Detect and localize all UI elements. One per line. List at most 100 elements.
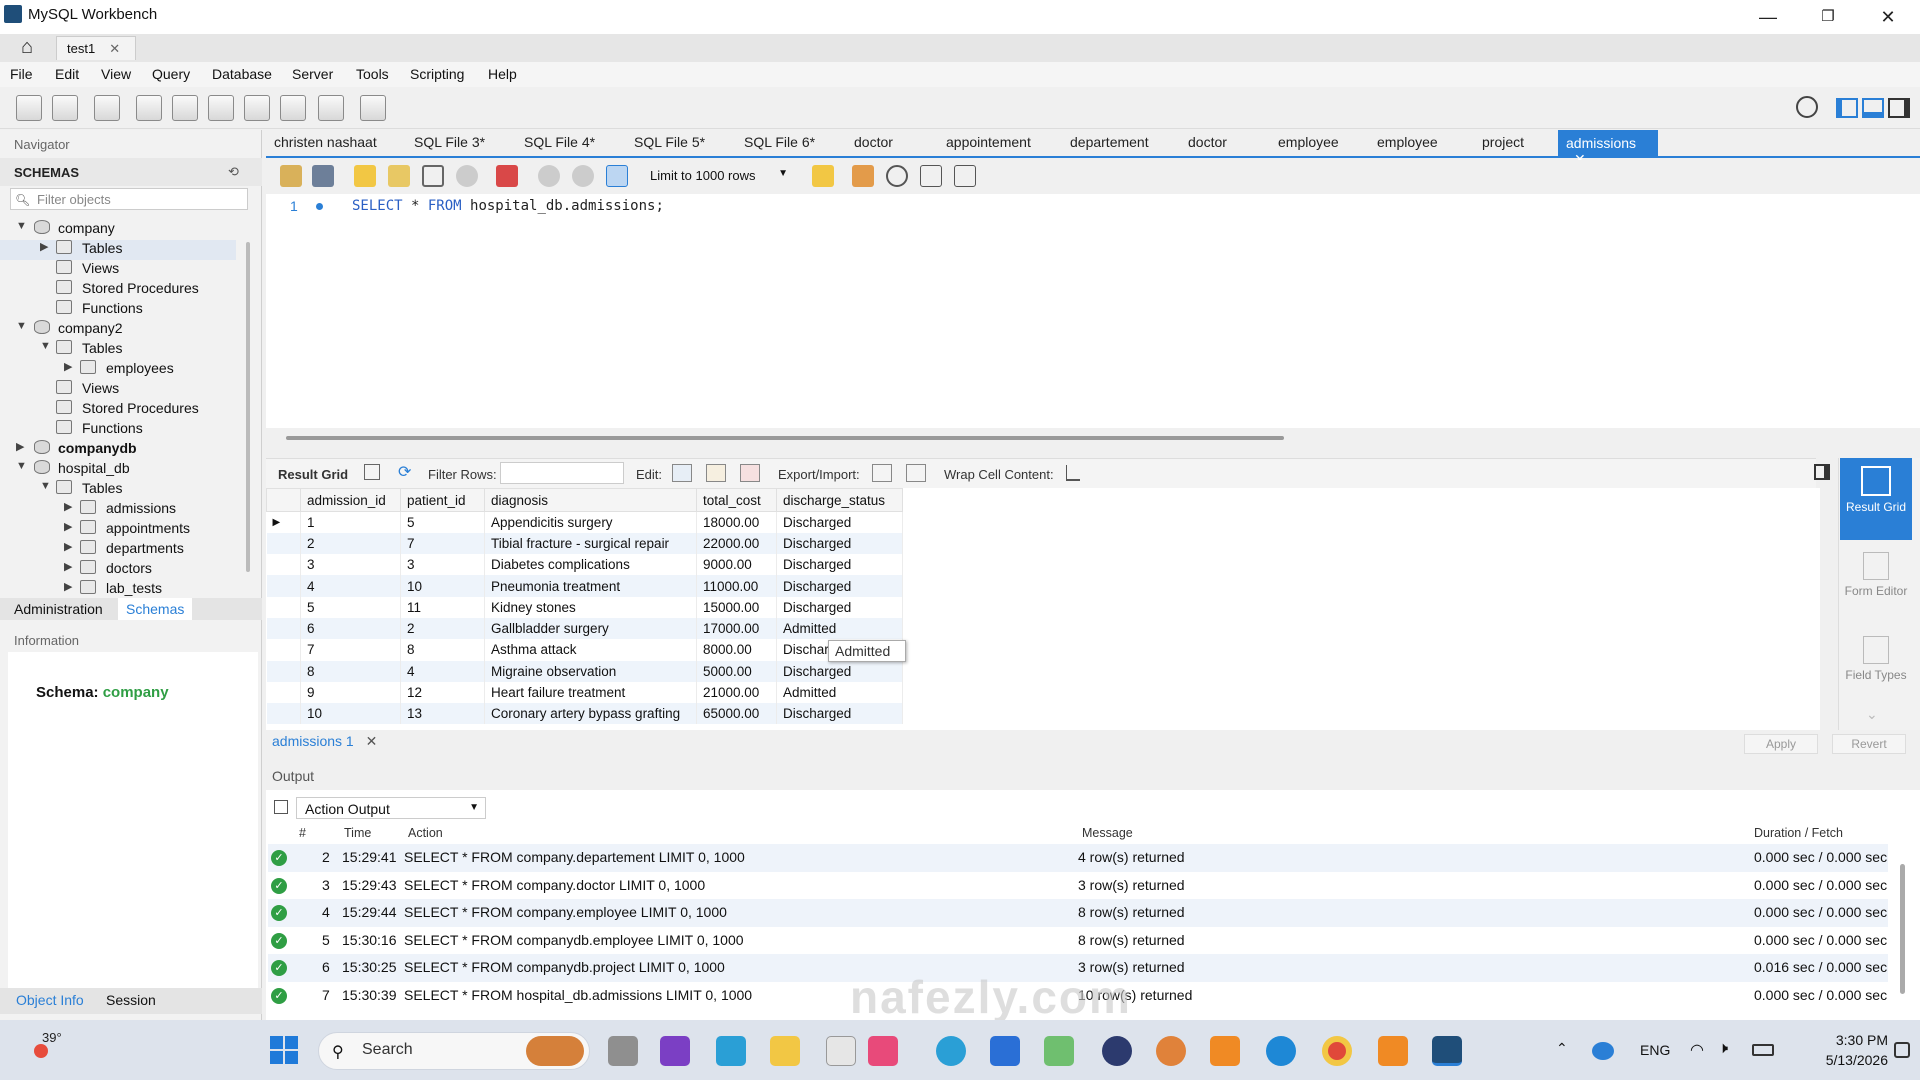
refresh-icon[interactable]: ⟳: [398, 462, 411, 482]
output-scrollbar[interactable]: [1900, 864, 1905, 994]
menu-server[interactable]: Server: [292, 66, 333, 82]
cell[interactable]: 10: [300, 703, 401, 725]
menu-edit[interactable]: Edit: [55, 66, 79, 82]
create-schema-icon[interactable]: [136, 95, 162, 121]
pdf-icon[interactable]: [1378, 1036, 1408, 1066]
cell[interactable]: Coronary artery bypass grafting: [484, 703, 697, 725]
query-tab[interactable]: SQL File 6*: [744, 134, 815, 150]
cell[interactable]: Migraine observation: [484, 660, 697, 682]
collapse-arrow-icon[interactable]: ▶: [64, 560, 76, 573]
cell[interactable]: 10: [400, 575, 485, 597]
edit-row-icon[interactable]: [672, 464, 692, 482]
collapse-arrow-icon[interactable]: ▶: [64, 360, 76, 373]
expand-arrow-icon[interactable]: ▼: [40, 340, 52, 352]
table-row[interactable]: 6 2 Gallbladder surgery 17000.00 Admitted: [266, 617, 903, 640]
menu-database[interactable]: Database: [212, 66, 272, 82]
open-sql-script-icon[interactable]: [52, 95, 78, 121]
weather-temp[interactable]: 39°: [42, 1030, 62, 1045]
cell[interactable]: 65000.00: [696, 703, 777, 725]
query-tab[interactable]: employee: [1377, 134, 1438, 150]
collapse-arrow-icon[interactable]: ▶: [40, 240, 52, 253]
cell[interactable]: 2: [300, 532, 401, 555]
cell[interactable]: 8000.00: [696, 639, 777, 661]
telegram-icon[interactable]: [936, 1036, 966, 1066]
cell[interactable]: 21000.00: [696, 681, 777, 704]
toggle-secondary-sidebar-icon[interactable]: [1888, 98, 1910, 118]
apply-button[interactable]: Apply: [1744, 734, 1818, 754]
cell[interactable]: 4: [300, 575, 401, 597]
table-row[interactable]: 5 11 Kidney stones 15000.00 Discharged: [266, 596, 903, 618]
menu-scripting[interactable]: Scripting: [410, 66, 464, 82]
settings-icon[interactable]: [1796, 96, 1818, 118]
restore-button[interactable]: ❐: [1806, 4, 1850, 30]
table-row[interactable]: 9 12 Heart failure treatment 21000.00 Admitt…: [266, 681, 903, 704]
brush-icon[interactable]: [852, 165, 874, 187]
store-icon[interactable]: [826, 1036, 856, 1066]
table-row[interactable]: 10 13 Coronary artery bypass grafting 65000…: [266, 703, 903, 725]
explain-icon[interactable]: [422, 165, 444, 187]
result-grid-button[interactable]: Result Grid: [1840, 458, 1912, 540]
create-function-icon[interactable]: [280, 95, 306, 121]
battery-icon[interactable]: [1752, 1044, 1774, 1056]
cell[interactable]: Discharged: [776, 660, 903, 682]
filter-rows-input[interactable]: [500, 462, 624, 484]
vscode-icon[interactable]: [990, 1036, 1020, 1066]
collapse-arrow-icon[interactable]: ▶: [64, 500, 76, 513]
doc-tab-test1[interactable]: test1 ✕: [56, 36, 136, 60]
table-row[interactable]: 2 7 Tibial fracture - surgical repair 22000…: [266, 532, 903, 555]
commit-icon[interactable]: [538, 165, 560, 187]
cell[interactable]: Discharged: [776, 554, 903, 576]
cell[interactable]: Pneumonia treatment: [484, 575, 697, 597]
tree-company-tables[interactable]: ▶ Tables: [0, 240, 236, 260]
chevron-up-icon[interactable]: ⌃: [1556, 1040, 1568, 1057]
collapse-arrow-icon[interactable]: ▶: [64, 520, 76, 533]
save-icon[interactable]: [312, 165, 334, 187]
search-table-data-icon[interactable]: [318, 95, 344, 121]
app-icon[interactable]: [1044, 1036, 1074, 1066]
autocommit-icon[interactable]: [606, 165, 628, 187]
collapse-arrow-icon[interactable]: ▶: [64, 540, 76, 553]
tab-administration[interactable]: Administration: [14, 601, 103, 617]
sql-editor[interactable]: [266, 194, 1920, 428]
row-selector[interactable]: [266, 596, 301, 618]
cell[interactable]: 18000.00: [696, 511, 777, 533]
column-header[interactable]: patient_id: [400, 488, 485, 512]
export-icon[interactable]: [872, 464, 892, 482]
row-selector[interactable]: [266, 575, 301, 597]
column-header[interactable]: admission_id: [300, 488, 401, 512]
import-icon[interactable]: [906, 464, 926, 482]
create-view-icon[interactable]: [208, 95, 234, 121]
toggle-output-icon[interactable]: [1862, 98, 1884, 118]
table-row[interactable]: 8 4 Migraine observation 5000.00 Discharged: [266, 660, 903, 682]
cell[interactable]: 5: [300, 596, 401, 618]
collapse-arrow-icon[interactable]: ▶: [64, 580, 76, 593]
cell[interactable]: 13: [400, 703, 485, 725]
reconnect-icon[interactable]: [360, 95, 386, 121]
execute-icon[interactable]: [354, 165, 376, 187]
cell[interactable]: 3: [300, 554, 401, 576]
query-tab[interactable]: SQL File 5*: [634, 134, 705, 150]
edge-icon[interactable]: [1266, 1036, 1296, 1066]
file-explorer-icon[interactable]: [770, 1036, 800, 1066]
editor-scrollbar[interactable]: [286, 436, 1284, 440]
close-button[interactable]: ✕: [1866, 4, 1910, 30]
field-types-button[interactable]: Field Types: [1840, 636, 1912, 682]
revert-button[interactable]: Revert: [1832, 734, 1906, 754]
clock-date[interactable]: 5/13/2026: [1796, 1052, 1888, 1068]
cell[interactable]: Gallbladder surgery: [484, 617, 697, 640]
output-row[interactable]: ✓ 3 15:29:43 SELECT * FROM company.docto…: [268, 872, 1888, 900]
cell[interactable]: 6: [300, 617, 401, 640]
mysql-workbench-task-icon[interactable]: [1432, 1036, 1462, 1066]
cell[interactable]: 8: [300, 660, 401, 682]
query-tab[interactable]: appointement: [946, 134, 1031, 150]
wrap-cell-icon[interactable]: [1066, 465, 1080, 481]
result-tab-admissions1[interactable]: admissions 1 ✕: [272, 733, 377, 750]
row-selector[interactable]: [266, 703, 301, 725]
query-tab[interactable]: SQL File 4*: [524, 134, 595, 150]
home-icon[interactable]: ⌂: [14, 36, 40, 58]
cell[interactable]: Diabetes complications: [484, 554, 697, 576]
query-tab[interactable]: project: [1482, 134, 1524, 150]
cell[interactable]: 17000.00: [696, 617, 777, 640]
cell[interactable]: Tibial fracture - surgical repair: [484, 532, 697, 555]
menu-tools[interactable]: Tools: [356, 66, 389, 82]
